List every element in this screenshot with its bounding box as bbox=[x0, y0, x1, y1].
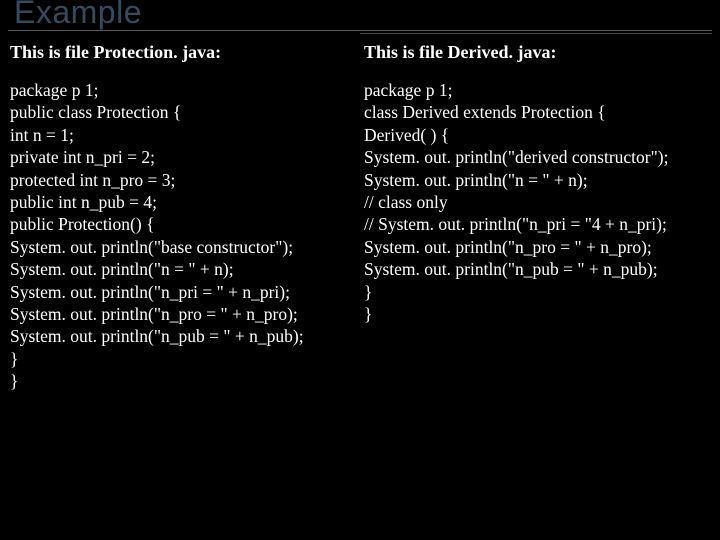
slide-title: Example bbox=[14, 0, 142, 31]
left-heading: This is file Protection. java: bbox=[10, 42, 356, 63]
right-heading: This is file Derived. java: bbox=[364, 42, 710, 63]
left-code: package p 1; public class Protection { i… bbox=[10, 79, 356, 392]
columns: This is file Protection. java: package p… bbox=[6, 42, 714, 534]
right-column: This is file Derived. java: package p 1;… bbox=[360, 42, 714, 534]
left-column: This is file Protection. java: package p… bbox=[6, 42, 360, 534]
divider bbox=[8, 30, 712, 31]
right-code: package p 1; class Derived extends Prote… bbox=[364, 79, 710, 325]
divider-right bbox=[360, 33, 712, 34]
slide: Example This is file Protection. java: p… bbox=[0, 0, 720, 540]
